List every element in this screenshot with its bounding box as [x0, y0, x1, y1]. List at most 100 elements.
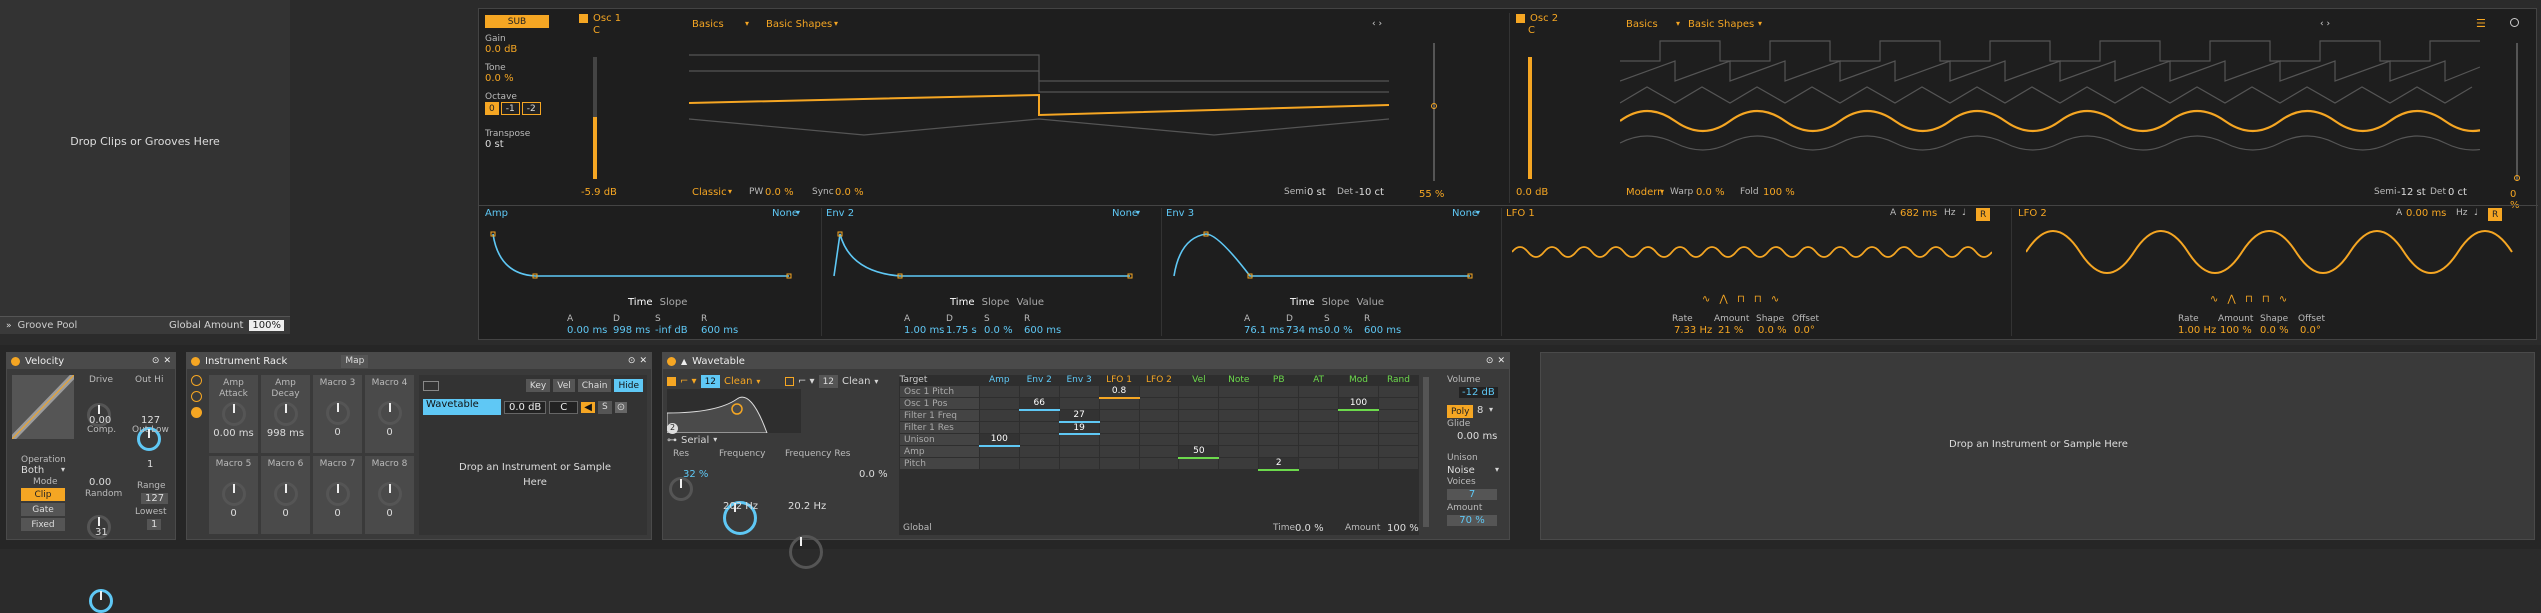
env2-graph[interactable] [830, 228, 1150, 280]
env-amp-target[interactable]: None [772, 208, 798, 219]
env2-target[interactable]: None [1112, 208, 1138, 219]
prev-next-icon[interactable]: ‹ › [1372, 19, 1382, 29]
macro-4[interactable]: Macro 40 [365, 375, 414, 453]
lfo1-shape-icons[interactable]: ∿ ⋀ ⊓ ⊓ ∿ [1702, 294, 1782, 305]
filter-badge[interactable]: 2 [667, 423, 678, 434]
tone-value[interactable]: 0.0 % [485, 73, 565, 84]
mode-fixed-button[interactable]: Fixed [21, 518, 65, 531]
env3-time-tab[interactable]: Time [1290, 297, 1314, 308]
matrix-cell[interactable] [1218, 445, 1260, 458]
filter2-toggle[interactable] [785, 377, 794, 386]
env3-value-tab[interactable]: Value [1357, 297, 1384, 308]
voices-value[interactable]: 7 [1447, 489, 1497, 500]
chain-row[interactable]: Wavetable 0.0 dB C ◀ S ⊙ [423, 399, 645, 415]
prev-next-icon[interactable]: ‹ › [2320, 19, 2330, 29]
env2-r-value[interactable]: 600 ms [1024, 325, 1061, 336]
lfo1-amount-value[interactable]: 21 % [1718, 325, 1743, 336]
range-value[interactable]: 127 [141, 493, 169, 504]
map-button[interactable]: Map [341, 354, 369, 368]
glide-value[interactable]: 0.00 ms [1457, 431, 1497, 442]
matrix-cell[interactable] [1218, 409, 1260, 422]
env3-r-value[interactable]: 600 ms [1364, 325, 1401, 336]
matrix-cell[interactable] [1377, 421, 1420, 434]
frequency-res-value[interactable]: 20.2 Hz [788, 501, 826, 512]
matrix-cell[interactable] [1298, 445, 1340, 458]
matrix-cell[interactable] [1018, 409, 1060, 422]
lfo2-hz-toggle[interactable]: Hz [2456, 208, 2468, 218]
matrix-cell[interactable] [1298, 409, 1340, 422]
filter2-slope[interactable]: 12 [818, 375, 839, 388]
matrix-cell[interactable] [1338, 421, 1379, 434]
osc2-det-value[interactable]: 0 ct [2448, 187, 2467, 198]
transpose-value[interactable]: 0 st [485, 139, 565, 150]
matrix-cell[interactable] [1218, 397, 1260, 410]
osc2-semi-value[interactable]: -12 st [2397, 187, 2426, 198]
speaker-icon[interactable]: ◀ [581, 401, 595, 413]
matrix-cell[interactable] [1377, 397, 1420, 410]
random-knob[interactable] [89, 589, 113, 613]
matrix-cell[interactable] [1138, 445, 1180, 458]
macro-7[interactable]: Macro 70 [313, 456, 362, 534]
matrix-cell[interactable] [1298, 457, 1340, 470]
matrix-cell[interactable] [1018, 445, 1060, 458]
outlow-value[interactable]: 1 [147, 459, 153, 470]
chevron-down-icon[interactable]: ▾ [1758, 19, 1762, 28]
matrix-cell[interactable] [1178, 421, 1220, 434]
matrix-cell[interactable] [1377, 385, 1420, 398]
lfo1-offset-value[interactable]: 0.0° [1794, 325, 1815, 336]
lfo1-hz-toggle[interactable]: Hz [1944, 208, 1956, 218]
matrix-cell[interactable] [1338, 409, 1379, 422]
close-icon[interactable]: ✕ [639, 356, 647, 366]
global-amount-value[interactable]: 100% [249, 320, 284, 331]
matrix-cell[interactable] [1218, 433, 1260, 446]
poly-voices[interactable]: 8 [1477, 405, 1483, 416]
comp-value[interactable]: 0.00 [89, 477, 111, 488]
matrix-cell[interactable] [1058, 457, 1100, 470]
matrix-cell[interactable] [1018, 433, 1060, 446]
osc1-position-slider[interactable] [1431, 43, 1437, 181]
matrix-scrollbar[interactable] [1423, 377, 1429, 527]
osc2-toggle[interactable] [1516, 14, 1525, 23]
chain-expand-icon[interactable] [423, 380, 439, 391]
pw-value[interactable]: 0.0 % [765, 187, 794, 198]
octave-0-button[interactable]: 0 [485, 102, 499, 115]
lfo2-retrigger[interactable]: R [2488, 208, 2503, 221]
matrix-cell[interactable] [1058, 397, 1100, 410]
matrix-cell[interactable] [1178, 409, 1220, 422]
matrix-cell[interactable]: 100 [1338, 397, 1379, 411]
instrument-drop-zone[interactable]: Drop an Instrument or Sample Here [1540, 352, 2535, 540]
velocity-curve-display[interactable] [12, 375, 74, 439]
matrix-cell[interactable]: 0.8 [1098, 385, 1140, 399]
matrix-cell[interactable] [1178, 457, 1220, 470]
chain-name[interactable]: Wavetable [423, 399, 501, 415]
env2-time-tab[interactable]: Time [950, 297, 974, 308]
matrix-cell[interactable] [978, 445, 1020, 458]
env-amp-r-value[interactable]: 600 ms [701, 325, 738, 336]
lfo1-shape-value[interactable]: 0.0 % [1758, 325, 1787, 336]
matrix-cell[interactable] [1058, 445, 1100, 458]
filter1-shape-icon[interactable]: ⌐ ▾ [680, 376, 697, 387]
osc1-position-value[interactable]: 55 % [1419, 189, 1444, 200]
unison-amount-value[interactable]: 70 % [1447, 515, 1497, 526]
expand-icon[interactable]: ▲ [681, 357, 687, 366]
lfo1-note-icon[interactable]: ♩ [1962, 208, 1966, 218]
matrix-cell[interactable] [978, 385, 1020, 398]
chain-pan[interactable]: C [549, 400, 579, 414]
env2-slope-tab[interactable]: Slope [982, 297, 1010, 308]
env3-a-value[interactable]: 76.1 ms [1244, 325, 1284, 336]
device-on-toggle[interactable] [11, 356, 20, 366]
lfo1-rate-value[interactable]: 7.33 Hz [1674, 325, 1712, 336]
macro-toggle-icon[interactable] [191, 375, 202, 386]
filter1-slope[interactable]: 12 [700, 375, 721, 388]
menu-icon[interactable]: ☰ [2476, 17, 2486, 30]
env3-graph[interactable] [1170, 228, 1490, 280]
osc1-mode[interactable]: Classic [692, 187, 727, 198]
env3-slope-tab[interactable]: Slope [1322, 297, 1350, 308]
chain-solo-button[interactable]: S [597, 400, 612, 414]
osc1-level[interactable]: -5.9 dB [581, 187, 617, 198]
operation-select[interactable]: Both [21, 465, 44, 476]
matrix-cell[interactable]: 27 [1058, 409, 1100, 423]
lfo2-wave[interactable] [2026, 226, 2516, 278]
lfo2-rate-value[interactable]: 1.00 Hz [2178, 325, 2216, 336]
tab-vel[interactable]: Vel [553, 379, 575, 392]
